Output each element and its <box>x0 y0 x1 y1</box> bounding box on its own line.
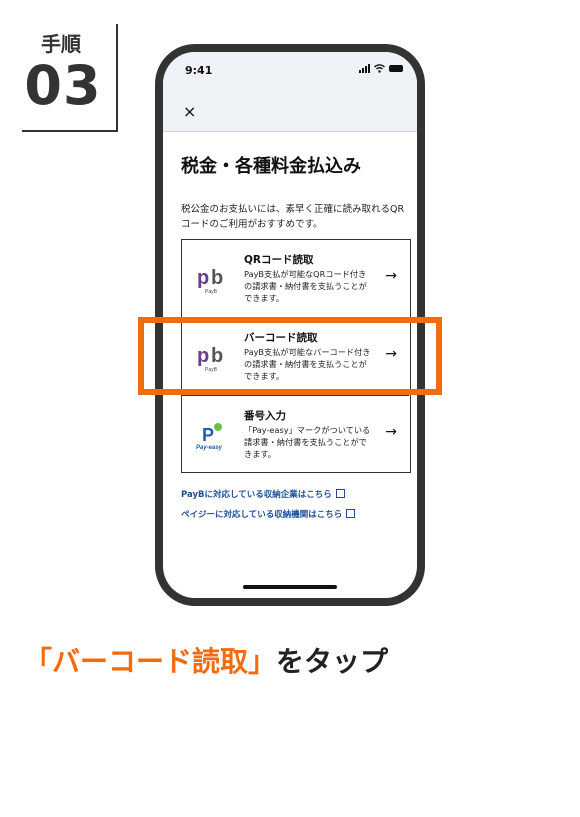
svg-text:P: P <box>202 425 214 445</box>
lead-text: 税公金のお支払いには、素早く正確に読み取れるQRコードのご利用がおすすめです。 <box>181 204 405 230</box>
status-time: 9:41 <box>185 64 213 77</box>
status-bar: 9:41 × <box>163 52 417 132</box>
battery-icon <box>389 65 403 72</box>
option-number-input[interactable]: P Pay-easy 番号入力 「Pay-easy」マークがついている請求書・納… <box>182 396 409 474</box>
close-icon[interactable]: × <box>183 102 196 121</box>
arrow-right-icon: → <box>385 268 397 284</box>
svg-text:Pay-easy: Pay-easy <box>196 445 223 451</box>
pay-easy-logo-icon: P Pay-easy <box>196 423 223 451</box>
payb-companies-link[interactable]: PayBに対応している収納企業はこちら <box>181 488 355 500</box>
svg-text:p: p <box>197 267 209 289</box>
arrow-right-icon: → <box>385 424 397 440</box>
option-title: QRコード読取 <box>244 254 314 266</box>
highlight-box <box>138 317 442 395</box>
home-indicator <box>243 585 337 589</box>
external-link-icon <box>346 509 356 518</box>
step-number: 03 <box>24 54 102 117</box>
payb-logo-icon: p b PayB <box>197 267 223 295</box>
step-label: 手順 <box>41 32 81 56</box>
page-title: 税金・各種料金払込み <box>181 156 361 177</box>
external-link-icon <box>335 489 345 498</box>
option-description: PayB支払が可能なQRコード付きの請求書・納付書を支払うことができます。 <box>244 269 367 303</box>
wifi-icon <box>374 64 385 73</box>
signal-icon <box>359 64 370 73</box>
option-description: 「Pay-easy」マークがついている請求書・納付書を支払うことができます。 <box>244 425 371 459</box>
instruction-caption: 「バーコード読取」をタップ <box>24 640 388 680</box>
svg-text:PayB: PayB <box>205 289 218 295</box>
status-icons <box>359 64 403 73</box>
svg-text:b: b <box>211 267 223 289</box>
payeasy-institutions-link[interactable]: ペイジーに対応している収納機関はこちら <box>181 508 356 520</box>
caption-rest: をタップ <box>276 645 389 678</box>
option-qr-code[interactable]: p b PayB QRコード読取 PayB支払が可能なQRコード付きの請求書・納… <box>182 240 409 318</box>
option-title: 番号入力 <box>244 410 286 422</box>
info-links: PayBに対応している収納企業はこちら ペイジーに対応している収納機関はこちら <box>181 488 356 528</box>
caption-accent: 「バーコード読取」 <box>24 645 277 678</box>
step-badge: 手順 03 <box>22 24 118 132</box>
